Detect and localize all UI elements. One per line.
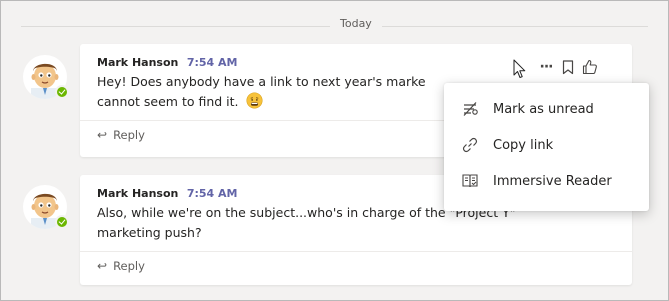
immersive-reader-icon <box>460 171 480 191</box>
reply-button[interactable]: ↩ Reply <box>80 251 632 280</box>
author-name[interactable]: Mark Hanson <box>97 187 178 200</box>
mouse-cursor-icon <box>513 59 526 78</box>
message-time: 7:54 AM <box>186 187 238 200</box>
reply-arrow-icon: ↩ <box>97 259 108 273</box>
menu-item-label: Copy link <box>493 137 554 153</box>
link-icon <box>460 135 480 155</box>
bookmark-icon[interactable] <box>557 56 579 78</box>
avatar[interactable] <box>23 185 69 229</box>
worried-face-emoji-icon <box>245 92 263 109</box>
avatar[interactable] <box>23 55 69 99</box>
message-text: cannot seem to find it. <box>97 94 239 109</box>
presence-available-icon <box>55 215 69 229</box>
reply-arrow-icon: ↩ <box>97 128 108 142</box>
mark-unread-icon <box>460 99 480 119</box>
reply-label: Reply <box>113 259 145 273</box>
date-divider-label: Today <box>330 17 382 30</box>
menu-item-label: Immersive Reader <box>493 173 612 189</box>
menu-item-label: Mark as unread <box>493 101 594 117</box>
menu-item-mark-unread[interactable]: Mark as unread <box>444 91 649 127</box>
menu-item-immersive-reader[interactable]: Immersive Reader <box>444 163 649 199</box>
presence-available-icon <box>55 85 69 99</box>
menu-item-copy-link[interactable]: Copy link <box>444 127 649 163</box>
like-icon[interactable] <box>579 56 601 78</box>
author-name[interactable]: Mark Hanson <box>97 56 178 69</box>
more-options-icon[interactable]: ··· <box>535 56 557 78</box>
message-context-menu: Mark as unread Copy link Immersive Reade… <box>444 83 649 211</box>
message-text-line: marketing push? <box>97 225 202 240</box>
message-time: 7:54 AM <box>186 56 238 69</box>
chat-pane: Today Mark Hanson 7:54 AM Hey! Does anyb… <box>0 0 669 301</box>
reply-label: Reply <box>113 128 145 142</box>
